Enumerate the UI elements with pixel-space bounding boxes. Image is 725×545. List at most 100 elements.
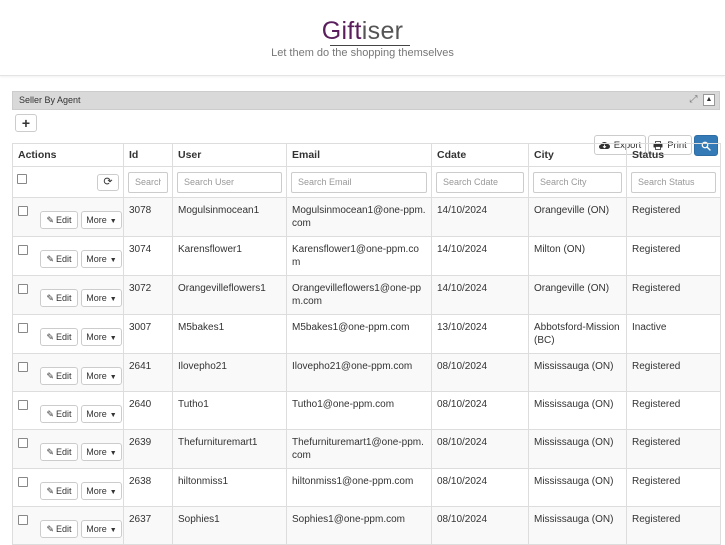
row-checkbox[interactable] (18, 362, 28, 372)
edit-button[interactable]: ✎ Edit (40, 328, 78, 346)
edit-label: Edit (56, 371, 72, 381)
cell-user: Sophies1 (172, 506, 287, 545)
expand-icon[interactable]: ⤢ (688, 94, 699, 105)
edit-button[interactable]: ✎ Edit (40, 405, 78, 423)
edit-button[interactable]: ✎ Edit (40, 289, 78, 307)
pencil-icon: ✎ (46, 332, 55, 342)
cell-cdate: 14/10/2024 (431, 236, 529, 276)
cell-status: Registered (626, 353, 721, 392)
row-checkbox[interactable] (18, 323, 28, 333)
table-row[interactable]: ✎ Edit More ▼ 3007 M5bakes1 M5bakes1@one-ppm.… (12, 314, 721, 354)
cell-user: Mogulsinmocean1 (172, 197, 287, 237)
table-row[interactable]: ✎ Edit More ▼ 3072 Orangevilleflowers1 Orange… (12, 275, 721, 315)
table-row[interactable]: ✎ Edit More ▼ 2639 Thefurnituremart1 Thefurni… (12, 429, 721, 469)
col-header-cdate[interactable]: Cdate (431, 143, 529, 167)
col-header-status[interactable]: Status (626, 143, 721, 167)
col-header-actions[interactable]: Actions (12, 143, 124, 167)
caret-down-icon: ▼ (107, 296, 117, 303)
edit-button[interactable]: ✎ Edit (40, 250, 78, 268)
caret-down-icon: ▼ (107, 374, 117, 381)
row-actions-cell: ✎ Edit More ▼ (12, 429, 124, 469)
col-header-email[interactable]: Email (286, 143, 432, 167)
search-id-input[interactable] (128, 171, 168, 193)
row-actions-cell: ✎ Edit More ▼ (12, 275, 124, 315)
more-button[interactable]: More ▼ (81, 367, 122, 385)
seller-panel: Seller By Agent ⤢ ▲ + Export Print Actio… (12, 91, 721, 545)
row-checkbox[interactable] (18, 400, 28, 410)
edit-button[interactable]: ✎ Edit (40, 367, 78, 385)
more-button[interactable]: More ▼ (81, 520, 122, 538)
edit-label: Edit (56, 524, 72, 534)
edit-button[interactable]: ✎ Edit (40, 482, 78, 500)
col-header-id[interactable]: Id (123, 143, 173, 167)
search-cdate-input[interactable] (436, 171, 524, 193)
refresh-button[interactable]: ⟳ (97, 173, 119, 191)
table-row[interactable]: ✎ Edit More ▼ 2638 hiltonmiss1 hiltonmiss1@on… (12, 468, 721, 507)
caret-down-icon: ▼ (107, 335, 117, 342)
search-user-input[interactable] (177, 171, 282, 193)
edit-button[interactable]: ✎ Edit (40, 443, 78, 461)
row-checkbox[interactable] (18, 515, 28, 525)
add-button[interactable]: + (15, 114, 37, 132)
caret-down-icon: ▼ (107, 412, 117, 419)
more-button[interactable]: More ▼ (81, 250, 122, 268)
logo-part2: iser (361, 17, 404, 45)
logo[interactable]: Giftiser (0, 16, 725, 46)
panel-title: Seller By Agent (19, 95, 81, 105)
refresh-icon: ⟳ (103, 175, 113, 188)
cell-email: Thefurnituremart1@one-ppm.com (286, 429, 432, 469)
search-status-input[interactable] (631, 171, 716, 193)
chevron-up-icon[interactable]: ▲ (703, 94, 715, 106)
row-checkbox[interactable] (18, 245, 28, 255)
more-button[interactable]: More ▼ (81, 443, 122, 461)
cell-email: Ilovepho21@one-ppm.com (286, 353, 432, 392)
more-label: More (86, 254, 107, 264)
search-email-input[interactable] (291, 171, 427, 193)
cell-city: Mississauga (ON) (528, 468, 627, 507)
pencil-icon: ✎ (46, 254, 55, 264)
cell-city: Orangeville (ON) (528, 275, 627, 315)
select-all-checkbox[interactable] (17, 173, 27, 184)
row-checkbox[interactable] (18, 284, 28, 294)
more-button[interactable]: More ▼ (81, 211, 122, 229)
cell-city: Mississauga (ON) (528, 506, 627, 545)
caret-down-icon: ▼ (107, 527, 117, 534)
cell-city: Mississauga (ON) (528, 391, 627, 430)
search-city-input[interactable] (533, 171, 622, 193)
cell-status: Registered (626, 236, 721, 276)
cell-id: 2639 (123, 429, 173, 469)
edit-label: Edit (56, 215, 72, 225)
more-button[interactable]: More ▼ (81, 328, 122, 346)
pencil-icon: ✎ (46, 215, 55, 225)
more-label: More (86, 293, 107, 303)
logo-part1: Gift (321, 17, 362, 45)
more-button[interactable]: More ▼ (81, 482, 122, 500)
table-row[interactable]: ✎ Edit More ▼ 2640 Tutho1 Tutho1@one-ppm.com 0… (12, 391, 721, 430)
edit-button[interactable]: ✎ Edit (40, 211, 78, 229)
row-checkbox[interactable] (18, 438, 28, 448)
caret-down-icon: ▼ (107, 489, 117, 496)
col-header-city[interactable]: City (528, 143, 627, 167)
caret-down-icon: ▼ (107, 257, 117, 264)
cell-cdate: 14/10/2024 (431, 197, 529, 237)
table-row[interactable]: ✎ Edit More ▼ 3074 Karensflower1 Karensflower… (12, 236, 721, 276)
cell-cdate: 08/10/2024 (431, 391, 529, 430)
more-button[interactable]: More ▼ (81, 405, 122, 423)
more-label: More (86, 486, 107, 496)
table-row[interactable]: ✎ Edit More ▼ 2641 Ilovepho21 Ilovepho21@one-… (12, 353, 721, 392)
edit-button[interactable]: ✎ Edit (40, 520, 78, 538)
row-checkbox[interactable] (18, 206, 28, 216)
table-row[interactable]: ✎ Edit More ▼ 3078 Mogulsinmocean1 Mogulsinmo… (12, 197, 721, 237)
cell-city: Abbotsford-Mission (BC) (528, 314, 627, 354)
cell-id: 2638 (123, 468, 173, 507)
cell-email: Orangevilleflowers1@one-ppm.com (286, 275, 432, 315)
table-row[interactable]: ✎ Edit More ▼ 2637 Sophies1 Sophies1@one-ppm.… (12, 506, 721, 545)
row-actions-cell: ✎ Edit More ▼ (12, 506, 124, 545)
cell-cdate: 08/10/2024 (431, 353, 529, 392)
cell-email: M5bakes1@one-ppm.com (286, 314, 432, 354)
col-header-user[interactable]: User (172, 143, 287, 167)
cell-city: Mississauga (ON) (528, 353, 627, 392)
row-checkbox[interactable] (18, 477, 28, 487)
more-label: More (86, 409, 107, 419)
more-button[interactable]: More ▼ (81, 289, 122, 307)
